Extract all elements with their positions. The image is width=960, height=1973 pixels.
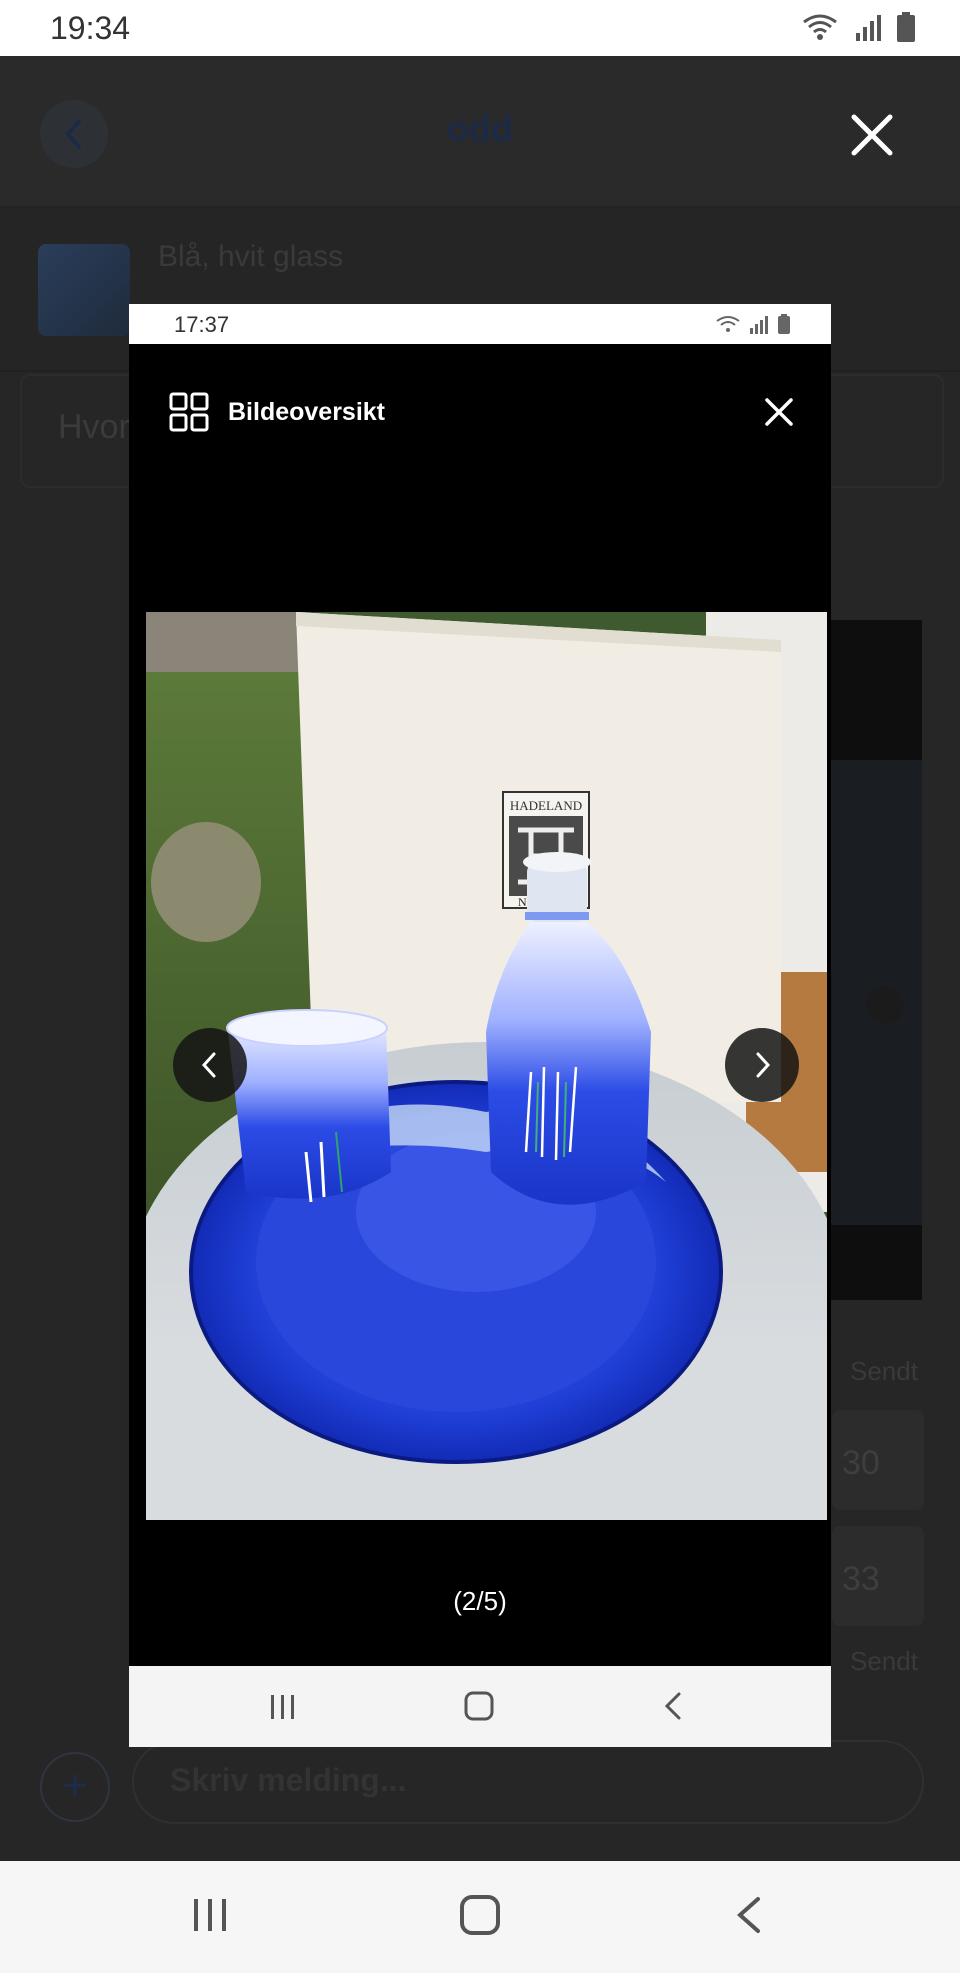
gallery-overview-label[interactable]: Bildeoversikt	[228, 398, 385, 427]
navigation-bar	[0, 1861, 960, 1973]
close-button[interactable]	[842, 105, 902, 165]
chevron-right-icon	[756, 1052, 771, 1078]
status-time: 19:34	[50, 10, 131, 46]
recent-apps-icon[interactable]	[190, 1895, 230, 1935]
home-icon[interactable]	[458, 1893, 502, 1937]
close-icon	[851, 114, 893, 156]
back-icon	[664, 1692, 681, 1720]
listing-thumbnail	[38, 244, 130, 336]
attach-button[interactable]: +	[40, 1752, 110, 1822]
close-icon[interactable]	[763, 396, 795, 428]
message-number: 30	[842, 1444, 880, 1482]
status-bar: 19:34	[0, 0, 960, 56]
signal-icon	[750, 316, 768, 334]
image-counter: (2/5)	[453, 1586, 507, 1616]
chat-title: odd	[447, 108, 513, 149]
wifi-icon	[803, 14, 837, 40]
home-icon	[464, 1691, 494, 1721]
quick-reply-text: Hvor	[58, 408, 130, 446]
sent-label: Sendt	[850, 1356, 918, 1386]
embedded-status-time: 17:37	[174, 312, 230, 337]
compose-placeholder: Skriv melding...	[170, 1762, 407, 1798]
next-image-button[interactable]	[725, 1028, 799, 1102]
signal-icon	[856, 15, 881, 41]
battery-icon	[897, 12, 915, 42]
status-icons	[800, 12, 916, 42]
grid-icon[interactable]	[169, 392, 209, 432]
previous-image-button[interactable]	[173, 1028, 247, 1102]
wifi-icon	[716, 316, 740, 332]
sent-label: Sendt	[850, 1646, 918, 1676]
box-brand-text: HADELAND	[510, 798, 582, 813]
back-icon[interactable]	[732, 1893, 766, 1937]
message-number: 33	[842, 1560, 880, 1598]
recent-apps-icon	[271, 1695, 294, 1719]
image-viewer: 17:37 Bildeoversikt HADELAND (2/5)	[129, 304, 831, 1747]
message-image-next	[866, 986, 904, 1024]
embedded-status-icons	[715, 314, 791, 334]
chevron-left-icon	[201, 1052, 216, 1078]
embedded-status-bar: 17:37	[129, 304, 831, 344]
embedded-navigation-bar	[129, 1666, 831, 1747]
listing-title: Blå, hvit glass	[158, 240, 344, 273]
battery-icon	[778, 314, 790, 334]
